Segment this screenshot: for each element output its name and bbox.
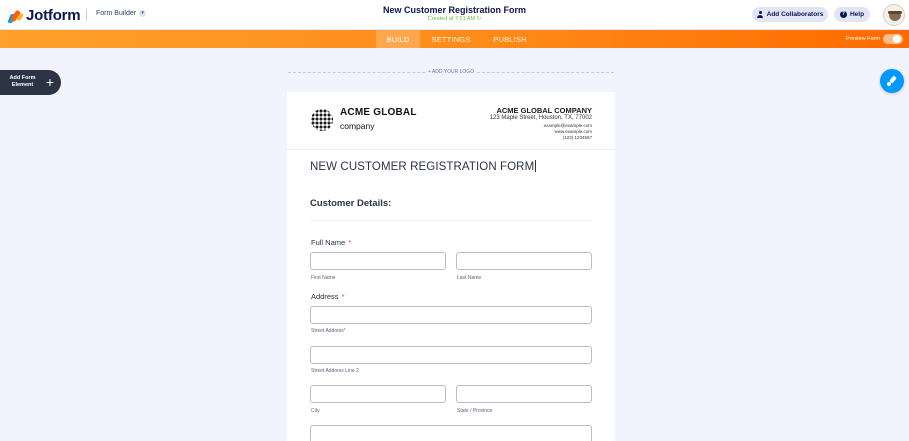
help-icon: ?	[839, 11, 847, 18]
preview-form-toggle[interactable]: Preview Form	[846, 34, 903, 44]
avatar[interactable]	[883, 4, 905, 26]
first-name-sublabel: First Name	[311, 275, 336, 281]
state-province-sublabel: State / Province	[457, 408, 493, 414]
full-name-label: Full Name *	[311, 238, 352, 247]
street-address-line2-input[interactable]	[310, 346, 592, 364]
add-collaborators-button[interactable]: Add Collaborators	[752, 7, 828, 22]
add-collaborators-label: Add Collaborators	[766, 11, 824, 18]
company-phone: (123) 1234567	[562, 135, 592, 140]
refresh-icon: ↻	[476, 16, 482, 22]
tab-publish[interactable]: PUBLISH	[488, 30, 532, 48]
company-email: example@example.com	[543, 123, 592, 128]
company-address: 123 Maple Street, Houston, TX, 77002	[489, 115, 592, 121]
company-name: ACME GLOBAL COMPANY	[496, 106, 592, 115]
required-mark: *	[348, 238, 352, 247]
top-bar: Jotform Form Builder ▾ New Customer Regi…	[0, 0, 909, 30]
preview-form-label: Preview Form	[846, 36, 880, 42]
last-name-sublabel: Last Name	[457, 275, 482, 281]
help-label: Help	[849, 11, 865, 18]
street-address-input[interactable]	[310, 306, 592, 324]
form-card: ACME GLOBAL company ACME GLOBAL COMPANY …	[287, 92, 615, 441]
toggle-switch[interactable]	[882, 34, 903, 44]
company-logo-icon	[310, 108, 334, 132]
city-input[interactable]	[310, 385, 446, 403]
add-your-logo-link[interactable]: + ADD YOUR LOGO	[288, 69, 614, 75]
address-label: Address *	[311, 292, 345, 301]
section-divider	[310, 220, 592, 221]
section-title[interactable]: Customer Details:	[310, 198, 391, 209]
add-form-element-button[interactable]: Add Form Element +	[0, 70, 61, 95]
street-address-line2-sublabel: Street Address Line 2	[311, 368, 359, 374]
required-mark: *	[341, 292, 345, 301]
state-province-input[interactable]	[456, 385, 592, 403]
form-heading[interactable]: NEW CUSTOMER REGISTRATION FORM	[310, 160, 537, 173]
city-sublabel: City	[311, 408, 320, 414]
paint-roller-icon	[887, 76, 897, 86]
form-header-section[interactable]: ACME GLOBAL company ACME GLOBAL COMPANY …	[287, 92, 615, 150]
logo-company-name: ACME GLOBAL	[340, 107, 417, 118]
postal-code-input[interactable]	[310, 425, 592, 441]
add-form-element-label: Add Form Element	[9, 75, 36, 88]
company-website: www.example.com	[554, 129, 592, 134]
logo-company-sub: company	[340, 121, 375, 131]
tab-build[interactable]: BUILD	[376, 30, 420, 48]
tab-settings[interactable]: SETTINGS	[428, 30, 474, 48]
street-address-sublabel: Street Address*	[311, 328, 346, 334]
builder-nav: BUILD SETTINGS PUBLISH Preview Form	[0, 30, 909, 48]
first-name-input[interactable]	[310, 252, 446, 270]
text-cursor	[535, 160, 537, 172]
plus-icon: +	[45, 74, 55, 90]
help-button[interactable]: ? Help	[834, 7, 870, 22]
last-name-input[interactable]	[456, 252, 592, 270]
form-designer-button[interactable]	[880, 69, 904, 93]
person-icon	[757, 11, 764, 18]
